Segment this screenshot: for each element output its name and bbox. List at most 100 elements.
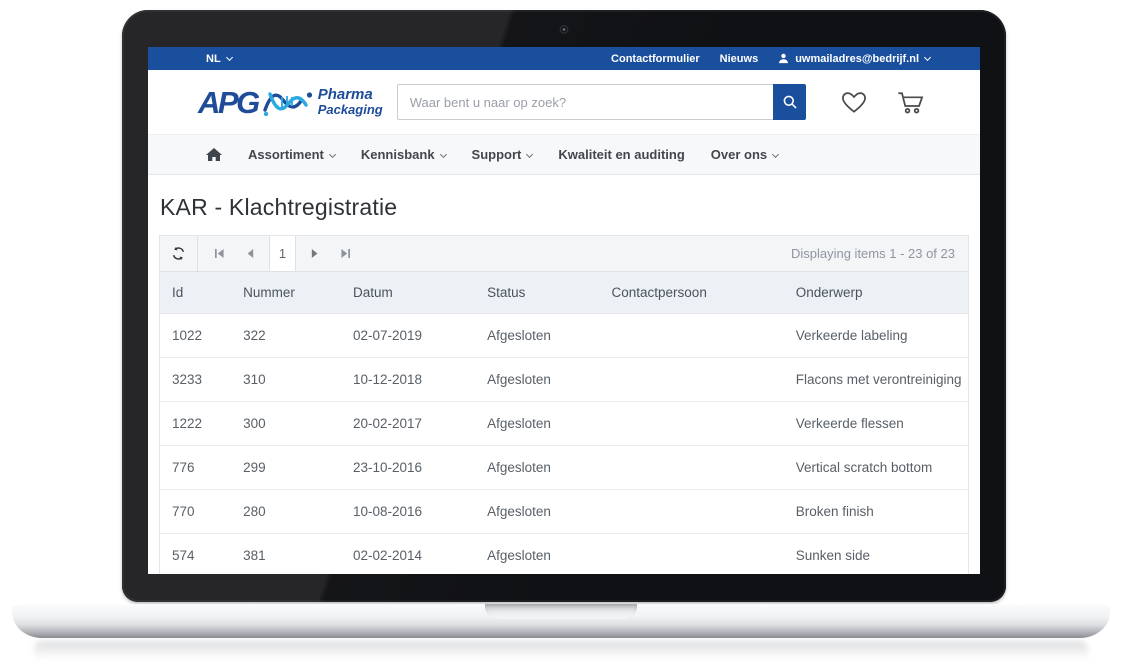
link-nieuws[interactable]: Nieuws xyxy=(720,53,759,65)
laptop-reflection xyxy=(34,641,1088,665)
chevron-down-icon xyxy=(226,53,233,60)
page-title: KAR - Klachtregistratie xyxy=(160,194,969,221)
paging-status: Displaying items 1 - 23 of 23 xyxy=(791,246,968,261)
next-page-icon xyxy=(309,248,320,259)
chevron-down-icon xyxy=(329,150,336,157)
column-header-onderwerp: Onderwerp xyxy=(784,272,968,314)
logo-tagline-line2: Packaging xyxy=(318,103,383,117)
browser-viewport: NL Contactformulier Nieuws uwmailadres@b… xyxy=(148,47,980,574)
cell-status: Afgesloten xyxy=(475,358,599,402)
nav-item-assortiment[interactable]: Assortiment xyxy=(248,147,335,162)
cell-onderwerp: Vertical scratch bottom xyxy=(784,446,968,490)
chevron-down-icon xyxy=(440,150,447,157)
webcam xyxy=(560,25,569,34)
search-input[interactable] xyxy=(397,84,773,120)
laptop-base xyxy=(12,604,1110,638)
nav-item-kennisbank[interactable]: Kennisbank xyxy=(361,147,446,162)
table-row[interactable]: 1022 322 02-07-2019 Afgesloten Verkeerde… xyxy=(160,314,968,358)
next-page-button[interactable] xyxy=(299,236,330,271)
nav-item-support[interactable]: Support xyxy=(472,147,533,162)
heart-icon xyxy=(840,89,868,115)
nav-item-kwaliteit-en-auditing[interactable]: Kwaliteit en auditing xyxy=(558,147,684,162)
grid-toolbar: 1 Displaying items 1 - 23 of 23 xyxy=(160,236,968,272)
cell-nummer: 322 xyxy=(231,314,341,358)
table-row[interactable]: 770 280 10-08-2016 Afgesloten Broken fin… xyxy=(160,490,968,534)
cell-id: 770 xyxy=(160,490,231,534)
cell-status: Afgesloten xyxy=(475,490,599,534)
logo-tagline: Pharma Packaging xyxy=(318,87,383,117)
cell-onderwerp: Verkeerde labeling xyxy=(784,314,968,358)
cell-onderwerp: Verkeerde flessen xyxy=(784,402,968,446)
laptop-base-notch xyxy=(485,604,637,619)
column-header-nummer: Nummer xyxy=(231,272,341,314)
cell-contactpersoon xyxy=(600,490,784,534)
language-selector[interactable]: NL xyxy=(206,53,232,65)
cell-contactpersoon xyxy=(600,402,784,446)
table-row[interactable]: 1222 300 20-02-2017 Afgesloten Verkeerde… xyxy=(160,402,968,446)
cell-contactpersoon xyxy=(600,358,784,402)
account-menu[interactable]: uwmailadres@bedrijf.nl xyxy=(778,53,930,65)
cell-status: Afgesloten xyxy=(475,446,599,490)
site-logo[interactable]: APG Pharma Packaging xyxy=(198,84,383,120)
last-page-button[interactable] xyxy=(330,236,361,271)
column-header-datum: Datum xyxy=(341,272,475,314)
cell-status: Afgesloten xyxy=(475,534,599,575)
site-header: APG Pharma Packaging xyxy=(148,70,980,134)
nav-label: Over ons xyxy=(711,147,767,162)
table-row[interactable]: 3233 310 10-12-2018 Afgesloten Flacons m… xyxy=(160,358,968,402)
cell-onderwerp: Sunken side xyxy=(784,534,968,575)
table-row[interactable]: 574 381 02-02-2014 Afgesloten Sunken sid… xyxy=(160,534,968,575)
nav-label: Assortiment xyxy=(248,147,324,162)
search-icon xyxy=(782,94,798,110)
nav-home[interactable] xyxy=(206,148,222,162)
link-contactformulier[interactable]: Contactformulier xyxy=(611,53,700,65)
cell-contactpersoon xyxy=(600,534,784,575)
prev-page-button[interactable] xyxy=(235,236,266,271)
chevron-down-icon xyxy=(772,150,779,157)
refresh-icon xyxy=(171,246,186,261)
complaints-table: Id Nummer Datum Status Contactpersoon On… xyxy=(160,272,968,574)
cart-button[interactable] xyxy=(896,89,926,116)
chevron-down-icon xyxy=(924,53,931,60)
nav-label: Kwaliteit en auditing xyxy=(558,147,684,162)
search-bar xyxy=(397,84,806,120)
search-button[interactable] xyxy=(773,84,806,120)
cell-contactpersoon xyxy=(600,314,784,358)
page-content: KAR - Klachtregistratie xyxy=(148,194,980,574)
table-row[interactable]: 776 299 23-10-2016 Afgesloten Vertical s… xyxy=(160,446,968,490)
cell-contactpersoon xyxy=(600,446,784,490)
cell-datum: 20-02-2017 xyxy=(341,402,475,446)
cell-nummer: 299 xyxy=(231,446,341,490)
complaints-grid: 1 Displaying items 1 - 23 of 23 xyxy=(159,235,969,574)
cell-id: 3233 xyxy=(160,358,231,402)
current-page-indicator[interactable]: 1 xyxy=(269,236,296,271)
nav-label: Kennisbank xyxy=(361,147,435,162)
first-page-icon xyxy=(214,248,225,259)
laptop-screen-frame: NL Contactformulier Nieuws uwmailadres@b… xyxy=(122,10,1006,602)
column-header-status: Status xyxy=(475,272,599,314)
first-page-button[interactable] xyxy=(204,236,235,271)
cell-datum: 10-08-2016 xyxy=(341,490,475,534)
cell-nummer: 280 xyxy=(231,490,341,534)
nav-item-over-ons[interactable]: Over ons xyxy=(711,147,778,162)
cell-status: Afgesloten xyxy=(475,402,599,446)
pager: 1 xyxy=(204,236,361,271)
cell-datum: 23-10-2016 xyxy=(341,446,475,490)
wishlist-button[interactable] xyxy=(840,89,868,115)
account-email: uwmailadres@bedrijf.nl xyxy=(795,53,919,65)
table-header-row: Id Nummer Datum Status Contactpersoon On… xyxy=(160,272,968,314)
home-icon xyxy=(206,148,222,162)
cell-datum: 10-12-2018 xyxy=(341,358,475,402)
column-header-contactpersoon: Contactpersoon xyxy=(600,272,784,314)
language-label: NL xyxy=(206,53,221,65)
cell-onderwerp: Flacons met verontreiniging xyxy=(784,358,968,402)
refresh-button[interactable] xyxy=(160,236,198,271)
cell-datum: 02-02-2014 xyxy=(341,534,475,575)
logo-acronym: APG xyxy=(198,87,262,118)
cell-status: Afgesloten xyxy=(475,314,599,358)
cell-datum: 02-07-2019 xyxy=(341,314,475,358)
user-icon xyxy=(778,53,789,64)
cell-id: 574 xyxy=(160,534,231,575)
cell-onderwerp: Broken finish xyxy=(784,490,968,534)
main-navigation: Assortiment Kennisbank Support Kwaliteit… xyxy=(148,134,980,175)
